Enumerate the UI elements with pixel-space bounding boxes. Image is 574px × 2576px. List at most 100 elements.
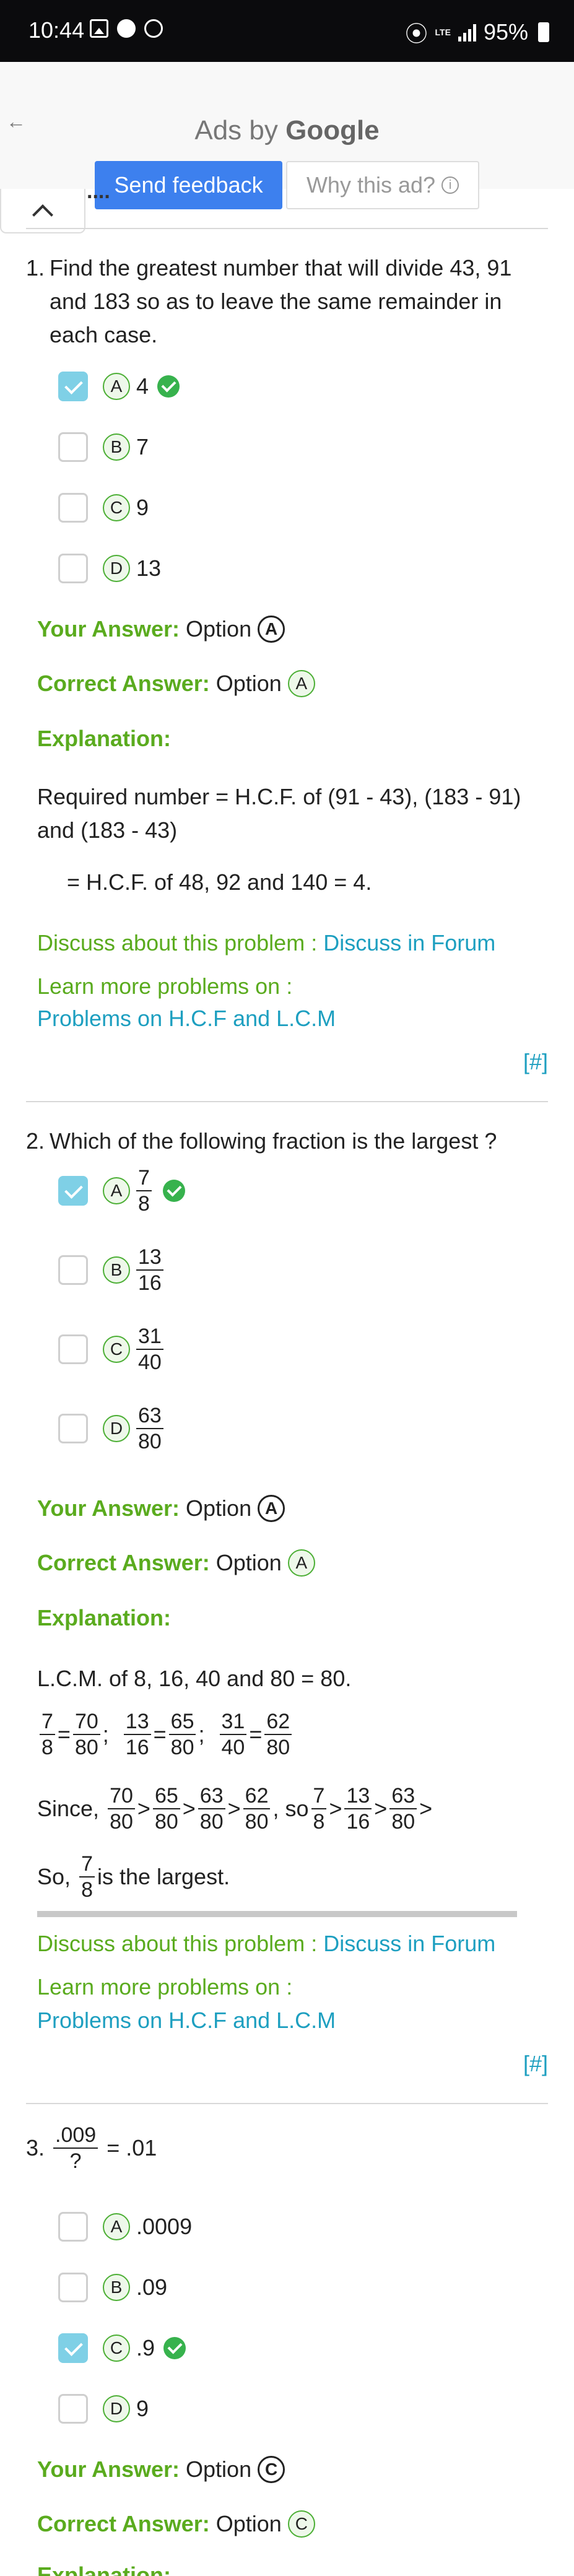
permalink-link[interactable]: [#] — [523, 1049, 548, 1075]
checkbox[interactable] — [58, 2212, 88, 2242]
checkbox[interactable] — [58, 493, 88, 523]
lte-icon: LTE — [435, 27, 451, 37]
divider — [26, 228, 548, 229]
option-b[interactable]: B 13 16 — [58, 1245, 166, 1295]
option-a[interactable]: A 78 — [58, 1165, 185, 1216]
option-b[interactable]: B 7 — [58, 432, 149, 462]
option-c[interactable]: C 31 40 — [58, 1324, 166, 1375]
facebook-notification-icon — [117, 19, 136, 38]
your-answer-letter: A — [258, 1495, 285, 1522]
topic-link[interactable]: Problems on H.C.F and L.C.M — [37, 1006, 336, 1032]
option-letter: C — [103, 494, 130, 521]
collapse-ad-button[interactable] — [0, 189, 85, 233]
option-b[interactable]: B .09 — [58, 2273, 167, 2302]
question-3: 3. .009? = .01 — [26, 2123, 157, 2174]
explanation-text: L.C.M. of 8, 16, 40 and 80 = 80. — [37, 1666, 352, 1691]
checkbox[interactable] — [58, 1334, 88, 1364]
permalink-link[interactable]: [#] — [523, 2051, 548, 2077]
correct-check-icon — [162, 1180, 185, 1202]
option-letter: A — [103, 2213, 130, 2240]
explanation-heading: Explanation: — [37, 1605, 172, 1630]
hotspot-icon: ⦿ — [405, 21, 428, 46]
status-right: ⦿ LTE 95% — [406, 16, 549, 48]
correct-answer-letter: A — [287, 670, 315, 697]
your-answer-letter: C — [258, 2456, 285, 2483]
correct-answer-letter: C — [287, 2510, 315, 2538]
option-letter: C — [103, 1336, 130, 1363]
option-letter: B — [103, 433, 130, 461]
discuss-row: Discuss about this problem : Discuss in … — [37, 930, 496, 955]
option-letter: D — [103, 1415, 130, 1442]
option-value: 9 — [136, 495, 149, 520]
status-time: 10:44 — [28, 17, 85, 43]
send-feedback-button[interactable]: Send feedback — [95, 161, 282, 209]
explanation-text: Required number = H.C.F. of (91 - 43), (… — [37, 784, 521, 843]
ad-banner: ← Ads by Google Send feedback Why this a… — [0, 62, 574, 209]
your-answer: Your Answer: Option C — [37, 2456, 285, 2483]
battery-percent: 95% — [483, 19, 528, 45]
option-fraction: 63 80 — [136, 1403, 163, 1454]
option-c[interactable]: C 9 — [58, 493, 149, 523]
your-answer: Your Answer: Option A — [37, 1495, 285, 1522]
section-heading-partial: .... — [87, 180, 110, 203]
ads-by-google: Ads by Google — [194, 115, 380, 146]
question-text: Find the greatest number that will divid… — [50, 255, 512, 347]
conclusion-line: So, 78 is the largest. — [37, 1852, 230, 1902]
battery-icon — [538, 22, 549, 42]
option-value: 9 — [136, 2396, 149, 2421]
explanation-heading: Explanation: — [37, 726, 172, 751]
question-fraction: .009? — [53, 2123, 98, 2174]
correct-check-icon — [157, 375, 180, 398]
checkbox[interactable] — [58, 554, 88, 583]
option-d[interactable]: D 63 80 — [58, 1403, 166, 1454]
topic-link[interactable]: Problems on H.C.F and L.C.M — [37, 2008, 336, 2034]
checkbox[interactable] — [58, 2273, 88, 2302]
option-a[interactable]: A .0009 — [58, 2212, 192, 2242]
explanation-heading: Explanation: — [37, 2562, 172, 2576]
option-fraction: 31 40 — [136, 1324, 163, 1375]
option-letter: B — [103, 1256, 130, 1284]
correct-answer: Correct Answer: Option A — [37, 1549, 315, 1577]
checkbox[interactable] — [58, 1255, 88, 1285]
chevron-up-icon — [32, 204, 53, 225]
equivalent-fractions: 78 = 70 80 ; 13 16 = 65 80 ; 31 40 = 62 80 — [37, 1709, 294, 1760]
why-this-ad-button[interactable]: Why this ad? i — [286, 161, 479, 209]
discuss-in-forum-link[interactable]: Discuss in Forum — [323, 1931, 495, 1956]
option-value: 4 — [136, 373, 149, 399]
comparison-line: Since, 70 80 > 65 80 > 63 80 > 62 80 , so 7 8 > 1… — [37, 1784, 433, 1834]
option-letter: C — [103, 2334, 130, 2362]
scrollbar-track[interactable] — [37, 1911, 517, 1917]
learn-more-label: Learn more problems on : — [37, 973, 293, 999]
option-letter: D — [103, 555, 130, 582]
your-answer-letter: A — [258, 616, 285, 643]
option-letter: A — [103, 1177, 130, 1204]
checkbox[interactable] — [58, 2333, 88, 2363]
signal-icon — [458, 23, 476, 41]
discuss-row: Discuss about this problem : Discuss in … — [37, 1931, 496, 1956]
option-a[interactable]: A 4 — [58, 372, 180, 401]
correct-answer-letter: A — [287, 1549, 315, 1577]
correct-answer: Correct Answer: Option C — [37, 2510, 315, 2538]
learn-more-label: Learn more problems on : — [37, 1974, 293, 1999]
question-text: Which of the following fraction is the l… — [50, 1128, 497, 1154]
discuss-in-forum-link[interactable]: Discuss in Forum — [323, 930, 495, 955]
checkbox[interactable] — [58, 2394, 88, 2424]
explanation-text: = H.C.F. of 48, 92 and 140 = 4. — [67, 869, 372, 895]
option-d[interactable]: D 9 — [58, 2394, 149, 2424]
option-c[interactable]: C .9 — [58, 2333, 186, 2363]
option-letter: B — [103, 2274, 130, 2301]
checkbox[interactable] — [58, 1176, 88, 1206]
your-answer: Your Answer: Option A — [37, 616, 285, 643]
option-letter: D — [103, 2395, 130, 2422]
option-letter: A — [103, 373, 130, 400]
divider — [26, 2103, 548, 2104]
whatsapp-notification-icon — [144, 19, 163, 38]
checkbox[interactable] — [58, 1414, 88, 1443]
checkbox[interactable] — [58, 432, 88, 462]
correct-check-icon — [163, 2337, 186, 2359]
option-fraction: 13 16 — [136, 1245, 163, 1295]
checkbox[interactable] — [58, 372, 88, 401]
gallery-notification-icon — [90, 19, 108, 38]
option-d[interactable]: D 13 — [58, 554, 161, 583]
divider — [26, 1101, 548, 1102]
